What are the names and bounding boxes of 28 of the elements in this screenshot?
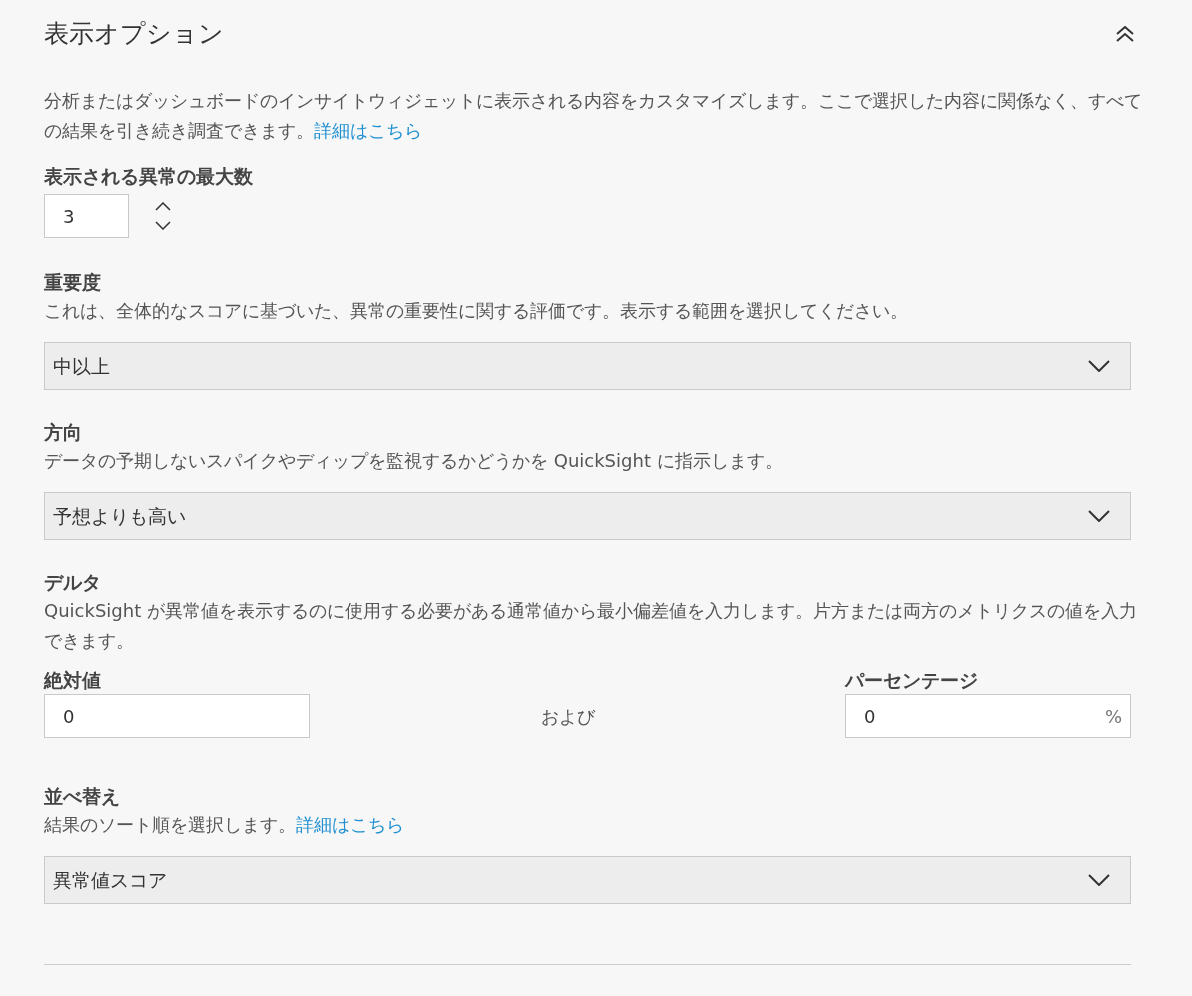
percent-suffix: %	[1104, 704, 1122, 729]
help-text: これは、全体的なスコアに基づいた、異常の重要性に関する評価です。表示する範囲を選択してください。	[44, 299, 909, 323]
field-label: 絶対値	[44, 668, 102, 693]
panel-title: 表示オプション	[44, 18, 224, 51]
help-text: 結果のソート順を選択します。詳細はこちら	[44, 813, 405, 837]
double-chevron-up-icon[interactable]	[1116, 26, 1134, 42]
sort-select[interactable]: 異常値スコア	[44, 856, 1131, 904]
help-text: データの予期しないスパイクやディップを監視するかどうかを QuickSight に指示します。	[44, 449, 784, 473]
direction-select[interactable]: 予想よりも高い	[44, 492, 1131, 540]
chevron-down-icon	[1088, 360, 1110, 372]
help-text: 分析またはダッシュボードのインサイトウィジェットに表示される内容をカスタマイズします。ここで選択した内容に関係なく、すべての結果を引き続き調査できます。詳細はこちら	[44, 89, 1143, 143]
severity-select[interactable]: 中以上	[44, 342, 1131, 390]
chevron-up-icon[interactable]	[155, 202, 171, 211]
percentage-input[interactable]: 0 %	[845, 694, 1131, 738]
number-input[interactable]: 3	[44, 194, 129, 238]
field-label: デルタ	[44, 570, 102, 595]
help-text: QuickSight が異常値を表示するのに使用する必要がある通常値から最小偏差値を入力します。片方または両方のメトリクスの値を入力できます。	[44, 599, 1138, 653]
field-label: 重要度	[44, 270, 102, 295]
stepper[interactable]	[155, 202, 171, 230]
conjunction-text: および	[540, 704, 595, 729]
field-label: パーセンテージ	[845, 668, 979, 693]
field-label: 表示される異常の最大数	[44, 164, 254, 189]
field-label: 並べ替え	[44, 784, 121, 809]
chevron-down-icon[interactable]	[155, 221, 171, 230]
absolute-input[interactable]: 0	[44, 694, 310, 738]
chevron-down-icon	[1088, 874, 1110, 886]
chevron-down-icon	[1088, 510, 1110, 522]
field-label: 方向	[44, 420, 83, 445]
